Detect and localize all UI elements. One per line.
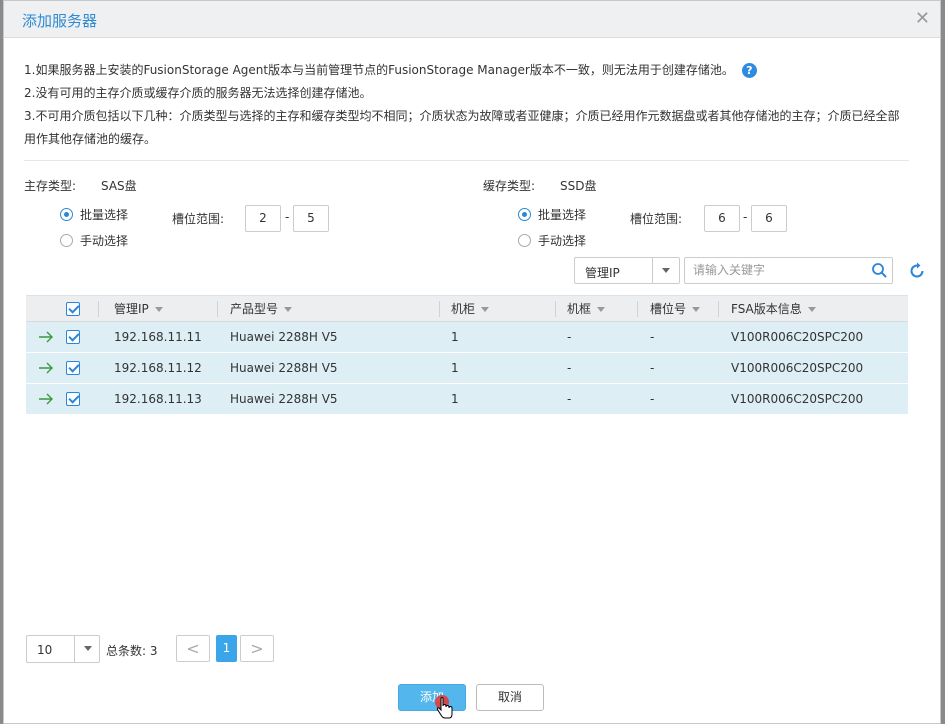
note-1: 1.如果服务器上安装的FusionStorage Agent版本与当前管理节点的… <box>24 59 909 82</box>
select-all-checkbox[interactable] <box>66 302 80 316</box>
primary-slot-from-input[interactable]: 2 <box>245 205 281 232</box>
close-icon[interactable]: ✕ <box>915 10 930 28</box>
radio-unchecked-icon <box>60 234 73 247</box>
cell-subrack: - <box>567 330 572 344</box>
cell-fsa: V100R006C20SPC200 <box>731 392 864 406</box>
cache-type-label: 缓存类型: <box>483 179 536 193</box>
row-checkbox[interactable] <box>66 330 80 344</box>
prev-page-button[interactable]: < <box>176 635 210 662</box>
cell-model: Huawei 2288H V5 <box>230 392 338 406</box>
page-1-button[interactable]: 1 <box>216 635 237 662</box>
cancel-button[interactable]: 取消 <box>476 684 544 711</box>
col-header-model[interactable]: 产品型号 <box>230 296 430 321</box>
primary-slot-label: 槽位范围: <box>172 212 225 226</box>
primary-type-label: 主存类型: <box>24 179 77 193</box>
notes: 1.如果服务器上安装的FusionStorage Agent版本与当前管理节点的… <box>24 59 909 151</box>
table-row[interactable]: 192.168.11.12 Huawei 2288H V5 1 - - V100… <box>26 353 908 384</box>
col-header-ip[interactable]: 管理IP <box>114 296 214 321</box>
add-server-dialog: 添加服务器 ✕ 1.如果服务器上安装的FusionStorage Agent版本… <box>3 0 941 724</box>
table-row[interactable]: 192.168.11.13 Huawei 2288H V5 1 - - V100… <box>26 384 908 415</box>
cell-subrack: - <box>567 361 572 375</box>
chevron-down-icon[interactable] <box>652 258 679 283</box>
help-icon[interactable]: ? <box>741 63 757 78</box>
primary-slot-dash: - <box>285 210 290 224</box>
search-input[interactable] <box>693 263 863 277</box>
primary-manual-label: 手动选择 <box>80 234 129 248</box>
note-2: 2.没有可用的主存介质或缓存介质的服务器无法选择创建存储池。 <box>24 86 372 100</box>
cache-manual-radio[interactable]: 手动选择 <box>518 232 586 249</box>
cell-ip: 192.168.11.13 <box>114 392 202 406</box>
arrow-right-icon[interactable] <box>38 392 54 409</box>
dialog-title: 添加服务器 <box>22 12 98 30</box>
cache-slot-to-input[interactable]: 6 <box>751 205 787 232</box>
cache-batch-label: 批量选择 <box>538 208 587 222</box>
primary-manual-radio[interactable]: 手动选择 <box>60 232 128 249</box>
cell-subrack: - <box>567 392 572 406</box>
server-table: 管理IP 产品型号 机柜 机框 槽位号 FSA版本信息 192.168.11.1… <box>26 295 908 415</box>
cell-model: Huawei 2288H V5 <box>230 330 338 344</box>
cell-cabinet: 1 <box>451 330 459 344</box>
cell-ip: 192.168.11.12 <box>114 361 202 375</box>
next-page-button[interactable]: > <box>240 635 274 662</box>
primary-type-value: SAS盘 <box>101 179 137 193</box>
arrow-right-icon[interactable] <box>38 361 54 378</box>
radio-unchecked-icon <box>518 234 531 247</box>
primary-batch-label: 批量选择 <box>80 208 129 222</box>
table-header: 管理IP 产品型号 机柜 机框 槽位号 FSA版本信息 <box>26 295 908 322</box>
refresh-icon[interactable] <box>908 262 926 283</box>
filter-field-select[interactable]: 管理IP <box>574 257 680 284</box>
cache-slot-dash: - <box>743 210 748 224</box>
radio-checked-icon <box>60 208 73 221</box>
divider <box>24 160 909 161</box>
arrow-right-icon[interactable] <box>38 330 54 347</box>
primary-batch-radio[interactable]: 批量选择 <box>60 206 128 223</box>
cell-slot: - <box>650 330 655 344</box>
page-size-select[interactable]: 10 <box>26 635 100 663</box>
note-3: 3.不可用介质包括以下几种：介质类型与选择的主存和缓存类型均不相同；介质状态为故… <box>24 109 900 146</box>
cell-fsa: V100R006C20SPC200 <box>731 330 864 344</box>
search-icon[interactable] <box>871 262 888 282</box>
cell-slot: - <box>650 361 655 375</box>
col-header-cabinet[interactable]: 机柜 <box>451 296 551 321</box>
col-header-subrack[interactable]: 机框 <box>567 296 637 321</box>
primary-slot-to-input[interactable]: 5 <box>293 205 329 232</box>
note-1-text: 1.如果服务器上安装的FusionStorage Agent版本与当前管理节点的… <box>24 63 734 77</box>
cell-cabinet: 1 <box>451 361 459 375</box>
cache-slot-from-input[interactable]: 6 <box>704 205 740 232</box>
dialog-titlebar: 添加服务器 ✕ <box>4 1 940 38</box>
cache-slot-label: 槽位范围: <box>630 212 683 226</box>
filter-field-value: 管理IP <box>585 266 620 280</box>
radio-checked-icon <box>518 208 531 221</box>
chevron-down-icon[interactable] <box>74 636 99 662</box>
cell-fsa: V100R006C20SPC200 <box>731 361 864 375</box>
row-checkbox[interactable] <box>66 392 80 406</box>
page-size-value: 10 <box>37 643 53 657</box>
hand-cursor-icon <box>434 695 456 724</box>
search-box <box>684 257 893 284</box>
row-checkbox[interactable] <box>66 361 80 375</box>
cell-slot: - <box>650 392 655 406</box>
table-row[interactable]: 192.168.11.11 Huawei 2288H V5 1 - - V100… <box>26 322 908 353</box>
cache-batch-radio[interactable]: 批量选择 <box>518 206 586 223</box>
cache-type-value: SSD盘 <box>560 179 597 193</box>
cell-cabinet: 1 <box>451 392 459 406</box>
col-header-fsa[interactable]: FSA版本信息 <box>731 296 901 321</box>
cache-manual-label: 手动选择 <box>538 234 587 248</box>
cell-ip: 192.168.11.11 <box>114 330 202 344</box>
cell-model: Huawei 2288H V5 <box>230 361 338 375</box>
total-count: 总条数: 3 <box>106 644 158 658</box>
